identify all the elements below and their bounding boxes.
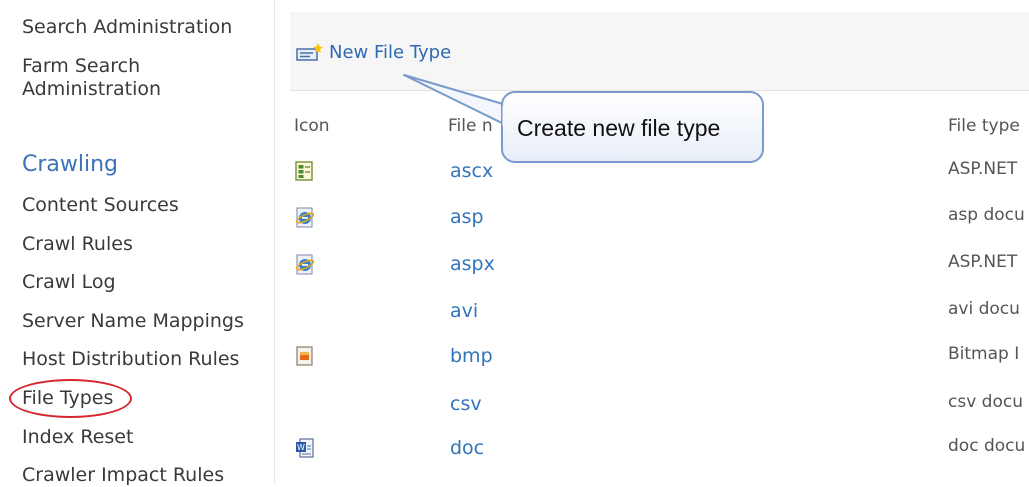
nav-crawl-log[interactable]: Crawl Log	[22, 271, 116, 294]
file-ext-link[interactable]: bmp	[450, 345, 493, 367]
col-header-icon: Icon	[294, 116, 330, 136]
bitmap-icon	[296, 346, 313, 366]
file-type-text: Bitmap I	[948, 344, 1020, 364]
nav-index-reset[interactable]: Index Reset	[22, 426, 133, 449]
nav-divider	[274, 0, 275, 483]
left-navigation: Search Administration Farm Search Admini…	[0, 0, 274, 486]
file-type-text: doc docu	[948, 436, 1026, 456]
file-ext-link[interactable]: doc	[450, 437, 484, 459]
svg-text:W: W	[297, 443, 305, 452]
highlight-circle	[9, 379, 132, 418]
ascx-icon	[295, 161, 313, 181]
file-type-text: csv docu	[948, 392, 1023, 412]
nav-farm-search-administration[interactable]: Farm Search Administration	[22, 55, 192, 101]
nav-crawl-rules[interactable]: Crawl Rules	[22, 233, 133, 256]
nav-content-sources[interactable]: Content Sources	[22, 194, 179, 217]
table-row: csv csv docu	[290, 384, 1029, 428]
col-header-name[interactable]: File n	[448, 116, 493, 136]
ie-icon	[295, 207, 315, 228]
file-ext-link[interactable]: aspx	[450, 253, 495, 275]
table-row: bmp Bitmap I	[290, 336, 1029, 380]
nav-crawler-impact-rules[interactable]: Crawler Impact Rules	[22, 464, 224, 487]
new-file-type-label: New File Type	[329, 41, 452, 63]
nav-search-administration[interactable]: Search Administration	[22, 16, 232, 39]
file-type-text: avi docu	[948, 299, 1020, 319]
nav-heading-crawling[interactable]: Crawling	[22, 152, 118, 177]
file-ext-link[interactable]: avi	[450, 300, 478, 322]
table-row: aspx ASP.NET	[290, 244, 1029, 288]
file-type-text: ASP.NET	[948, 252, 1018, 272]
ie-icon	[295, 254, 315, 275]
table-row: avi avi docu	[290, 291, 1029, 335]
callout-text: Create new file type	[517, 115, 721, 141]
table-row: W doc doc docu	[290, 428, 1029, 472]
new-document-icon	[296, 43, 323, 61]
file-type-text: ASP.NET	[948, 159, 1018, 179]
file-ext-link[interactable]: csv	[450, 393, 482, 415]
nav-server-name-mappings[interactable]: Server Name Mappings	[22, 310, 244, 333]
file-ext-link[interactable]: asp	[450, 206, 484, 228]
table-row: asp asp docu	[290, 197, 1029, 241]
file-type-text: asp docu	[948, 205, 1025, 225]
col-header-type[interactable]: File type	[948, 116, 1020, 136]
word-icon: W	[296, 438, 314, 458]
callout-tooltip: Create new file type	[501, 91, 764, 163]
new-file-type-button[interactable]: New File Type	[296, 40, 451, 64]
nav-host-distribution-rules[interactable]: Host Distribution Rules	[22, 348, 239, 371]
file-ext-link[interactable]: ascx	[450, 160, 493, 182]
